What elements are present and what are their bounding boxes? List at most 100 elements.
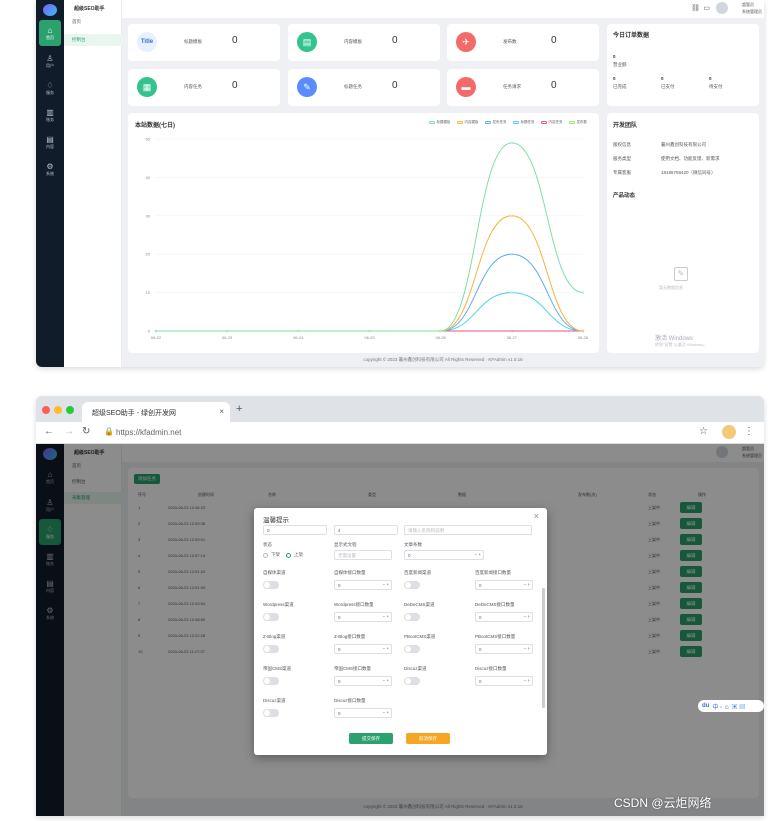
series-line bbox=[156, 142, 584, 332]
empty-text: 暂无数据信息 bbox=[659, 285, 683, 290]
chart-legend: 标题模板 内容模板 发布任务 标题任务 内容任务 发布数 bbox=[428, 120, 588, 125]
legend-label: 发布数 bbox=[576, 120, 588, 124]
status-option-on[interactable]: 上架 bbox=[294, 552, 303, 558]
legend-item[interactable]: 标题模板 bbox=[428, 120, 451, 125]
channel-count-stepper[interactable]: 0 − + bbox=[475, 676, 533, 686]
orders-item-label: 待支付 bbox=[709, 84, 723, 89]
minimize-window-button[interactable] bbox=[54, 406, 62, 414]
stepper-controls[interactable]: − + bbox=[523, 646, 530, 651]
link-icon[interactable]: ⛓ bbox=[691, 4, 700, 12]
orders-item-value: 0 bbox=[613, 76, 616, 81]
legend-item[interactable]: 发布数 bbox=[568, 120, 588, 125]
legend-item[interactable]: 内容任务 bbox=[540, 120, 563, 125]
channel-toggle[interactable] bbox=[404, 613, 420, 621]
avatar[interactable] bbox=[716, 2, 728, 14]
channel-count-stepper[interactable]: 0 − + bbox=[475, 580, 533, 590]
stepper-controls[interactable]: − + bbox=[382, 646, 389, 651]
field-b-input[interactable]: 4 bbox=[334, 525, 398, 535]
show-input[interactable]: 无需设置 bbox=[334, 550, 392, 560]
status-option-off[interactable]: 下架 bbox=[271, 552, 280, 558]
maximize-window-button[interactable] bbox=[66, 406, 74, 414]
stepper-controls[interactable]: − + bbox=[474, 552, 481, 557]
stat-value: 0 bbox=[551, 35, 557, 46]
stepper-value: 0 bbox=[479, 647, 482, 652]
rail-item-account[interactable]: ▥ 账务 bbox=[36, 102, 64, 128]
team-key: 专属客服 bbox=[613, 170, 631, 175]
rail-item-home[interactable]: ⌂ 首页 bbox=[39, 20, 61, 46]
stat-card-task-request[interactable]: ▬ 任务请求 0 bbox=[447, 69, 599, 106]
channel-toggle[interactable] bbox=[404, 677, 420, 685]
file-icon: ▤ bbox=[297, 32, 317, 52]
browser-tab[interactable]: 超级SEO助手 - 绿创开发网 × bbox=[82, 402, 230, 422]
url-text[interactable]: https://kfadmin.net bbox=[116, 428, 181, 437]
user-role: 系统管理员 bbox=[742, 9, 762, 14]
tab-close-icon[interactable]: × bbox=[219, 407, 224, 416]
rail-item-service[interactable]: ♢ 服务 bbox=[36, 75, 64, 101]
du-icon[interactable]: du bbox=[702, 703, 709, 709]
stepper-controls[interactable]: − + bbox=[382, 582, 389, 587]
new-tab-icon[interactable]: + bbox=[236, 403, 242, 415]
channel-fields: 自媒体渠道 自媒体接口数量 0 − + 百度新闻渠道 百度新闻接口数量 0 − + Wordpr… bbox=[254, 570, 547, 718]
forward-icon[interactable]: → bbox=[64, 426, 74, 437]
field-a-input[interactable]: 0 bbox=[263, 525, 327, 535]
channel-count-stepper[interactable]: 0 − + bbox=[475, 644, 533, 654]
stepper-controls[interactable]: − + bbox=[523, 582, 530, 587]
menu-icon[interactable]: ⋮ bbox=[744, 426, 754, 437]
name-input[interactable]: 请输入名称和说明 bbox=[404, 525, 532, 535]
stat-card-title-task[interactable]: ✎ 标题任务 0 bbox=[288, 69, 440, 106]
sub-nav-console[interactable]: 控制台 bbox=[64, 34, 122, 46]
empty-icon: ✎ bbox=[674, 267, 688, 281]
stepper-controls[interactable]: − + bbox=[382, 710, 389, 715]
back-icon[interactable]: ← bbox=[44, 426, 54, 437]
count-stepper[interactable]: 0 − + bbox=[404, 550, 484, 560]
stat-card-publish[interactable]: ✈ 发布数 0 bbox=[447, 24, 599, 61]
rail-item-content[interactable]: ▤ 内容 bbox=[36, 129, 64, 155]
rail-label: 服务 bbox=[46, 89, 54, 95]
confirm-button[interactable]: 提交保存 bbox=[349, 733, 393, 744]
legend-item[interactable]: 内容模板 bbox=[456, 120, 479, 125]
sub-nav-home[interactable]: 首页 bbox=[64, 16, 122, 28]
chart-panel: 本站数据(七日) 标题模板 内容模板 发布任务 标题任务 内容任务 发布数 0 10 20 30… bbox=[128, 113, 599, 353]
legend-label: 标题任务 bbox=[520, 120, 535, 124]
legend-item[interactable]: 发布任务 bbox=[484, 120, 507, 125]
stepper-controls[interactable]: − + bbox=[382, 614, 389, 619]
legend-item[interactable]: 标题任务 bbox=[512, 120, 535, 125]
channel-count-stepper[interactable]: 0 − + bbox=[475, 612, 533, 622]
reload-icon[interactable]: ↻ bbox=[82, 426, 90, 437]
channel-toggle[interactable] bbox=[263, 709, 279, 717]
channel-count-stepper[interactable]: 0 − + bbox=[334, 612, 392, 622]
tool-icon[interactable]: 中 ◦ ☺ ▣ ▤ bbox=[712, 702, 745, 711]
channel-count-stepper[interactable]: 0 − + bbox=[334, 644, 392, 654]
close-window-button[interactable] bbox=[42, 406, 50, 414]
channel-toggle[interactable] bbox=[404, 645, 420, 653]
modal-scrollbar[interactable] bbox=[542, 588, 545, 708]
star-icon[interactable]: ☆ bbox=[699, 426, 708, 437]
rail-item-system[interactable]: ⚙ 系统 bbox=[36, 156, 64, 182]
channel-toggle[interactable] bbox=[263, 613, 279, 621]
stepper-controls[interactable]: − + bbox=[382, 678, 389, 683]
cancel-button[interactable]: 取消保存 bbox=[406, 733, 450, 744]
channel-count-stepper[interactable]: 0 − + bbox=[334, 676, 392, 686]
modal-close-icon[interactable]: × bbox=[534, 511, 539, 521]
stepper-controls[interactable]: − + bbox=[523, 614, 530, 619]
x-tick-label: 06-26 bbox=[436, 335, 447, 340]
stat-card-content-template[interactable]: ▤ 内容模板 0 bbox=[288, 24, 440, 61]
profile-avatar[interactable] bbox=[722, 425, 736, 439]
radio-off[interactable] bbox=[263, 552, 268, 558]
channel-count-label: 帝国CMS接口数量 bbox=[334, 666, 371, 671]
rail-item-user[interactable]: ♙ 用户 bbox=[36, 48, 64, 74]
rocket-icon: ✈ bbox=[456, 32, 476, 52]
stat-card-title-template[interactable]: Title 标题模板 0 bbox=[128, 24, 280, 61]
stat-label: 任务请求 bbox=[503, 84, 521, 89]
channel-count-stepper[interactable]: 0 − + bbox=[334, 708, 392, 718]
channel-toggle[interactable] bbox=[404, 581, 420, 589]
channel-toggle[interactable] bbox=[263, 645, 279, 653]
stat-card-content-task[interactable]: ▦ 内容任务 0 bbox=[128, 69, 280, 106]
monitor-icon[interactable]: ▭ bbox=[703, 4, 710, 12]
channel-toggle[interactable] bbox=[263, 581, 279, 589]
stepper-controls[interactable]: − + bbox=[523, 678, 530, 683]
radio-on[interactable] bbox=[286, 552, 291, 558]
channel-count-stepper[interactable]: 0 − + bbox=[334, 580, 392, 590]
channel-toggle[interactable] bbox=[263, 677, 279, 685]
floating-toolbar[interactable]: du 中 ◦ ☺ ▣ ▤ bbox=[698, 700, 764, 712]
